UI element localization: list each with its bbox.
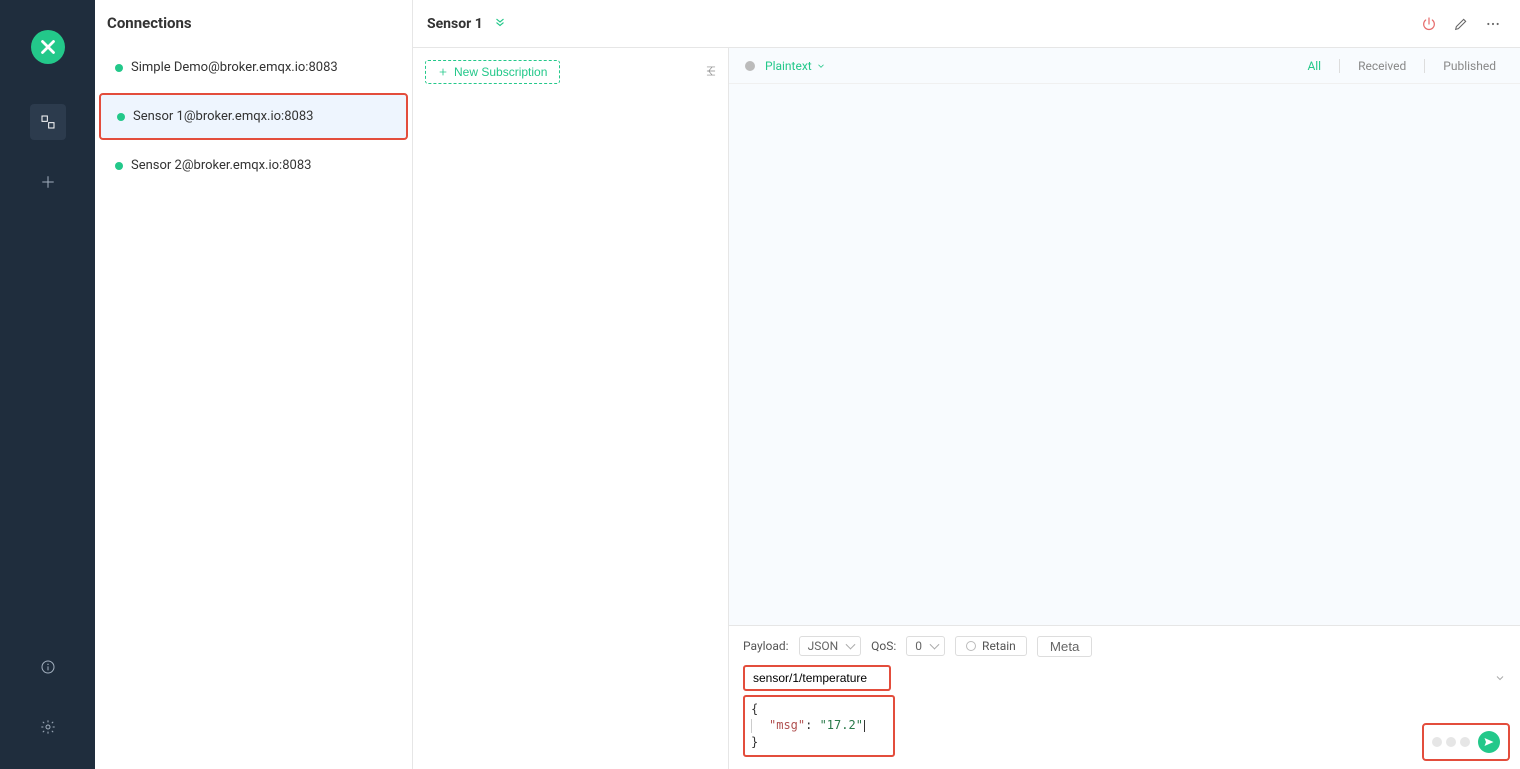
- subscriptions-column: New Subscription: [413, 48, 729, 769]
- nav-connections[interactable]: [30, 104, 66, 140]
- disconnect-button[interactable]: [1416, 11, 1442, 37]
- message-indicator: [745, 61, 755, 71]
- chevron-down-icon: [1494, 672, 1506, 684]
- text-cursor: [864, 720, 865, 732]
- edit-button[interactable]: [1448, 11, 1474, 37]
- payload-editor[interactable]: { "msg": "17.2" }: [743, 695, 895, 757]
- qos-select[interactable]: 0: [906, 636, 945, 656]
- collapse-left-icon: [704, 64, 718, 78]
- nav-info[interactable]: [30, 649, 66, 685]
- new-subscription-label: New Subscription: [454, 65, 547, 79]
- logo-icon: [37, 36, 59, 58]
- content-area: New Subscription Plaintext All Receive: [413, 48, 1520, 769]
- expand-topic-icon[interactable]: [1494, 672, 1506, 688]
- connection-title: Sensor 1: [427, 16, 483, 32]
- nav-rail: [0, 0, 95, 769]
- connection-item[interactable]: Sensor 2@broker.emqx.io:8083: [95, 142, 412, 189]
- send-area: [1422, 723, 1510, 761]
- status-dot-online: [117, 113, 125, 121]
- publish-panel: Payload: JSON QoS: 0 Retain Meta: [729, 625, 1520, 769]
- filter-published[interactable]: Published: [1435, 59, 1504, 73]
- more-button[interactable]: [1480, 11, 1506, 37]
- payload-display-format[interactable]: Plaintext: [765, 59, 826, 73]
- pencil-icon: [1453, 16, 1469, 32]
- collapse-subscriptions-icon[interactable]: [704, 64, 718, 82]
- connections-sidebar: Connections Simple Demo@broker.emqx.io:8…: [95, 0, 413, 769]
- messages-body: [729, 84, 1520, 625]
- filter-received[interactable]: Received: [1350, 59, 1414, 73]
- payload-format-select[interactable]: JSON: [799, 636, 862, 656]
- qos-label: QoS:: [871, 639, 896, 653]
- topbar: Sensor 1: [413, 0, 1520, 48]
- connection-item-selected[interactable]: Sensor 1@broker.emqx.io:8083: [99, 93, 408, 140]
- main-panel: Sensor 1 New Subscription: [413, 0, 1520, 769]
- topic-input[interactable]: [743, 665, 891, 691]
- filter-all[interactable]: All: [1299, 59, 1329, 73]
- send-button[interactable]: [1478, 731, 1500, 753]
- expand-connection-icon[interactable]: [493, 15, 507, 33]
- dots-horizontal-icon: [1485, 16, 1501, 32]
- nav-settings[interactable]: [30, 709, 66, 745]
- info-icon: [40, 659, 56, 675]
- meta-button[interactable]: Meta: [1037, 636, 1093, 657]
- connection-label: Simple Demo@broker.emqx.io:8083: [131, 60, 338, 75]
- connection-label: Sensor 1@broker.emqx.io:8083: [133, 109, 313, 124]
- nav-new[interactable]: [30, 164, 66, 200]
- connection-item[interactable]: Simple Demo@broker.emqx.io:8083: [95, 44, 412, 91]
- send-history-dots[interactable]: [1432, 737, 1470, 747]
- chevron-double-down-icon: [493, 15, 507, 29]
- sidebar-title: Connections: [95, 0, 412, 44]
- plus-icon: [40, 174, 56, 190]
- retain-toggle[interactable]: Retain: [955, 636, 1027, 656]
- gear-icon: [40, 719, 56, 735]
- app-logo: [31, 30, 65, 64]
- radio-unchecked-icon: [966, 641, 976, 651]
- status-dot-online: [115, 162, 123, 170]
- payload-format-label: Payload:: [743, 639, 789, 653]
- status-dot-online: [115, 64, 123, 72]
- send-icon: [1483, 736, 1495, 748]
- retain-label: Retain: [982, 639, 1016, 653]
- connection-list: Simple Demo@broker.emqx.io:8083 Sensor 1…: [95, 44, 412, 189]
- connections-icon: [40, 114, 56, 130]
- power-icon: [1421, 16, 1437, 32]
- messages-column: Plaintext All Received Published Payload…: [729, 48, 1520, 769]
- plus-icon: [438, 67, 448, 77]
- connection-label: Sensor 2@broker.emqx.io:8083: [131, 158, 311, 173]
- new-subscription-button[interactable]: New Subscription: [425, 60, 560, 84]
- messages-header: Plaintext All Received Published: [729, 48, 1520, 84]
- publish-options-row: Payload: JSON QoS: 0 Retain Meta: [743, 636, 1506, 657]
- chevron-down-icon: [816, 61, 826, 71]
